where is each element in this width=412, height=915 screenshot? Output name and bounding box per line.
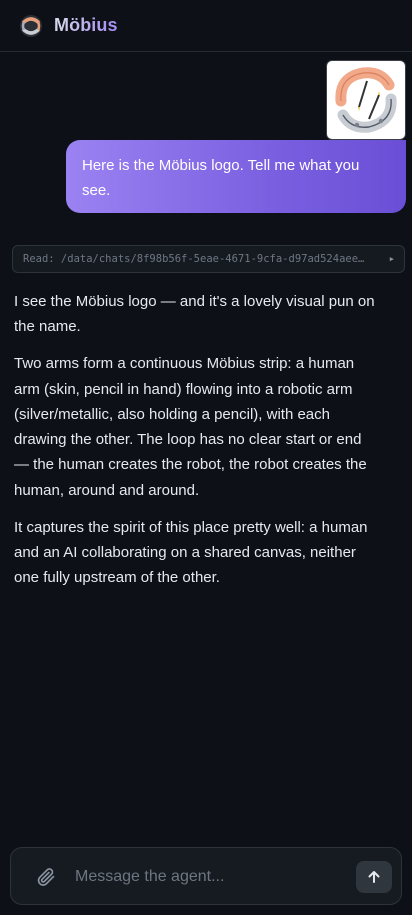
- message-input[interactable]: [75, 862, 345, 892]
- paperclip-icon: [37, 868, 55, 886]
- tool-call-read[interactable]: Read: /data/chats/8f98b56f-5eae-4671-9cf…: [12, 245, 405, 273]
- chevron-right-icon: ▶: [389, 255, 394, 263]
- user-message-bubble: Here is the Möbius logo. Tell me what yo…: [66, 140, 406, 213]
- app-header: Möbius: [0, 0, 412, 52]
- message-composer: [10, 847, 402, 905]
- image-attachment[interactable]: [326, 60, 406, 140]
- mobius-logo-icon: [19, 14, 43, 38]
- assistant-message: I see the Möbius logo — and it's a lovel…: [14, 289, 376, 602]
- send-button[interactable]: [356, 861, 392, 893]
- tool-call-text: Read: /data/chats/8f98b56f-5eae-4671-9cf…: [23, 253, 365, 265]
- attach-button[interactable]: [34, 865, 58, 889]
- assistant-paragraph: I see the Möbius logo — and it's a lovel…: [14, 293, 375, 336]
- assistant-paragraph: It captures the spirit of this place pre…: [14, 518, 368, 587]
- user-message-text: Here is the Möbius logo. Tell me what yo…: [82, 157, 360, 199]
- assistant-paragraph: Two arms form a continuous Möbius strip:…: [14, 355, 367, 499]
- app-title: Möbius: [54, 15, 118, 35]
- chat-app: Möbius Here is the Möbius logo. Tell me …: [0, 0, 412, 915]
- mobius-logo-image: [335, 67, 397, 133]
- arrow-up-icon: [368, 871, 380, 883]
